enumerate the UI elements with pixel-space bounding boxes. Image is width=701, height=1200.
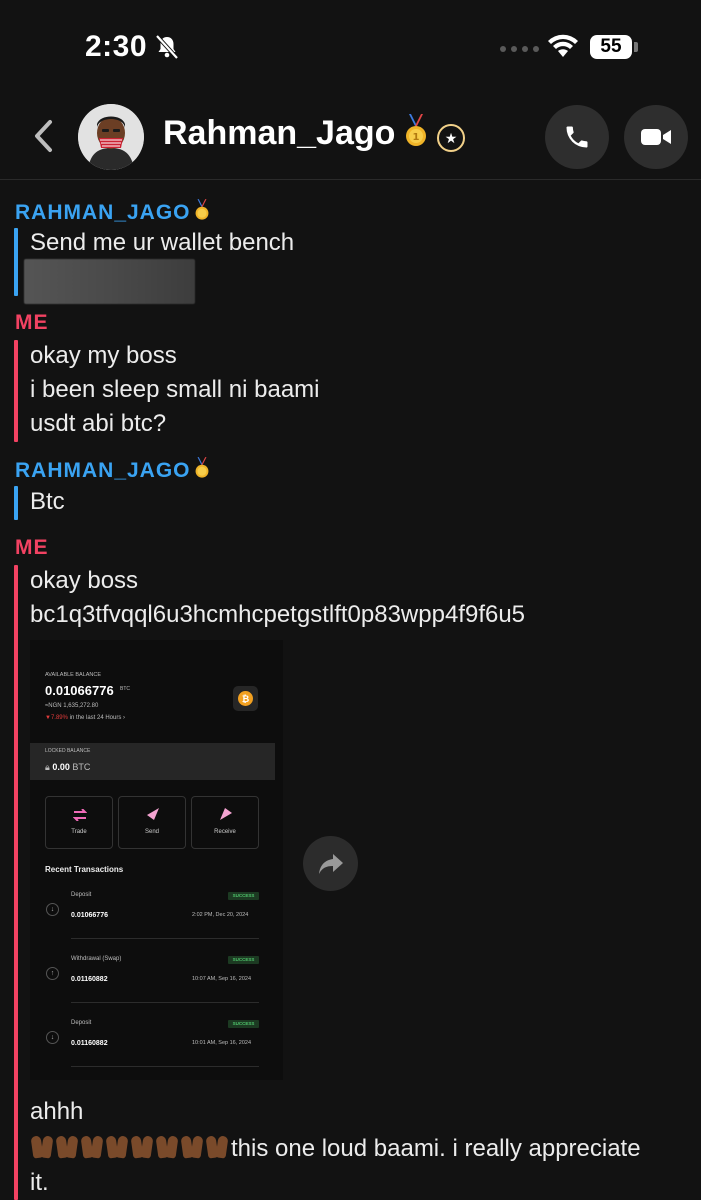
receive-label: Receive: [214, 829, 236, 835]
sender-label: ME: [15, 536, 49, 559]
tx-status-badge: SUCCESS: [228, 1020, 259, 1028]
message-text: usdt abi btc?: [30, 410, 167, 437]
lock-icon: 🔒︎: [45, 762, 50, 772]
forward-arrow-icon: [318, 853, 343, 874]
wallet-screenshot-image[interactable]: AVAILABLE BALANCE 0.01066776 BTC ≈NGN 1,…: [30, 640, 283, 1080]
blurred-attachment[interactable]: [24, 259, 195, 304]
arrow-up-icon: ↑: [46, 967, 59, 980]
raised-hands-icon: [130, 1130, 155, 1160]
forward-button[interactable]: [303, 836, 358, 891]
bitmoji-avatar-icon: [78, 104, 144, 170]
change-row: ▼7.89% in the last 24 Hours ›: [45, 715, 125, 721]
locked-value: 0.00: [52, 762, 70, 772]
sender-label: RAHMAN_JAGO: [15, 457, 211, 483]
recent-transactions-title: Recent Transactions: [45, 865, 124, 874]
star-badge-icon: ★: [437, 124, 465, 152]
arrow-down-icon: ↓: [46, 1031, 59, 1044]
cellular-signal-icon: [500, 46, 539, 52]
trade-label: Trade: [71, 829, 87, 835]
back-chevron-icon[interactable]: [30, 118, 56, 154]
raised-hands-icon: [205, 1130, 230, 1160]
status-time: 2:30: [85, 30, 148, 63]
gold-medal-icon: [195, 199, 208, 220]
send-icon: [147, 808, 159, 820]
receive-icon: [220, 808, 232, 820]
message-bar: [14, 340, 18, 442]
raised-hands-icon: [180, 1130, 205, 1160]
tx-date: 10:01 AM, Sep 16, 2024: [192, 1040, 252, 1046]
raised-hands-icon: [55, 1130, 80, 1160]
locked-balance-box: LOCKED BALANCE 🔒︎ 0.00 BTC: [30, 743, 275, 780]
message-bar: [14, 565, 18, 1200]
message-text: Send me ur wallet bench: [30, 229, 295, 256]
video-camera-icon: [641, 129, 671, 145]
message-text: okay my boss: [30, 342, 177, 369]
change-text: in the last 24 Hours: [69, 715, 122, 721]
chat-header: Rahman_Jago 1 ★: [0, 92, 701, 180]
bitcoin-icon: ₿: [233, 686, 258, 711]
tx-amount: 0.01160882: [71, 976, 108, 983]
tx-type: Withdrawal (Swap): [71, 956, 122, 962]
locked-unit: BTC: [72, 762, 91, 772]
bell-muted-icon: [155, 34, 179, 60]
raised-hands-icon: [80, 1130, 105, 1160]
tx-type: Deposit: [71, 1020, 92, 1026]
message-text: Btc: [30, 488, 65, 515]
arrow-down-icon: ↓: [46, 903, 59, 916]
gold-medal-icon: 1: [406, 114, 426, 146]
tx-status-badge: SUCCESS: [228, 956, 259, 964]
tx-separator: [71, 938, 259, 939]
send-label: Send: [144, 829, 159, 835]
phone-icon: [566, 126, 588, 148]
tx-amount: 0.01066776: [71, 912, 108, 919]
wallet-address-text[interactable]: bc1q3tfvqql6u3hcmhcpetgstlft0p83wpp4f9f6…: [30, 598, 525, 632]
sender-name: RAHMAN_JAGO: [15, 201, 191, 224]
locked-balance-label: LOCKED BALANCE: [45, 748, 91, 754]
tx-separator: [71, 1066, 259, 1067]
tx-date: 10:07 AM, Sep 16, 2024: [192, 976, 252, 982]
change-percent: 7.89%: [50, 715, 68, 721]
status-bar: 2:30 55: [0, 0, 701, 92]
chevron-right-icon: ›: [123, 715, 126, 721]
available-balance-label: AVAILABLE BALANCE: [45, 672, 102, 678]
message-text: okay boss: [30, 567, 139, 594]
fiat-value: ≈NGN 1,635,272.80: [45, 703, 99, 709]
voice-call-button[interactable]: [545, 105, 609, 169]
tx-amount: 0.01160882: [71, 1040, 108, 1047]
battery-tip: [634, 42, 638, 52]
gold-medal-icon: [195, 457, 208, 478]
raised-hands-icon: [105, 1130, 130, 1160]
wifi-icon: [548, 34, 578, 57]
balance-value: 0.01066776: [45, 683, 114, 698]
sender-label: ME: [15, 311, 49, 334]
message-bar: [14, 228, 18, 296]
receive-button[interactable]: Receive: [191, 796, 259, 849]
tx-date: 2:02 PM, Dec 20, 2024: [192, 912, 249, 918]
trade-icon: [73, 809, 87, 821]
battery-indicator: 55: [590, 35, 632, 59]
trade-button[interactable]: Trade: [45, 796, 113, 849]
raised-hands-icon: [155, 1130, 180, 1160]
tx-separator: [71, 1002, 259, 1003]
raised-hands-icon: [30, 1130, 55, 1160]
message-text: this one loud baami. i really appreciate: [231, 1135, 641, 1162]
sender-name: RAHMAN_JAGO: [15, 459, 191, 482]
svg-text:1: 1: [413, 132, 420, 143]
message-text: i been sleep small ni baami: [30, 376, 320, 403]
balance-unit: BTC: [120, 686, 130, 692]
tx-status-badge: SUCCESS: [228, 892, 259, 900]
sender-label: RAHMAN_JAGO: [15, 199, 211, 225]
message-text: it.: [30, 1169, 49, 1196]
avatar[interactable]: [78, 104, 144, 170]
message-text: ahhh: [30, 1098, 84, 1125]
video-call-button[interactable]: [624, 105, 688, 169]
raised-hands-emojis: [30, 1130, 230, 1160]
send-button[interactable]: Send: [118, 796, 186, 849]
tx-type: Deposit: [71, 892, 92, 898]
locked-row: 🔒︎ 0.00 BTC: [45, 762, 90, 773]
message-bar: [14, 486, 18, 520]
contact-name[interactable]: Rahman_Jago: [163, 114, 395, 153]
